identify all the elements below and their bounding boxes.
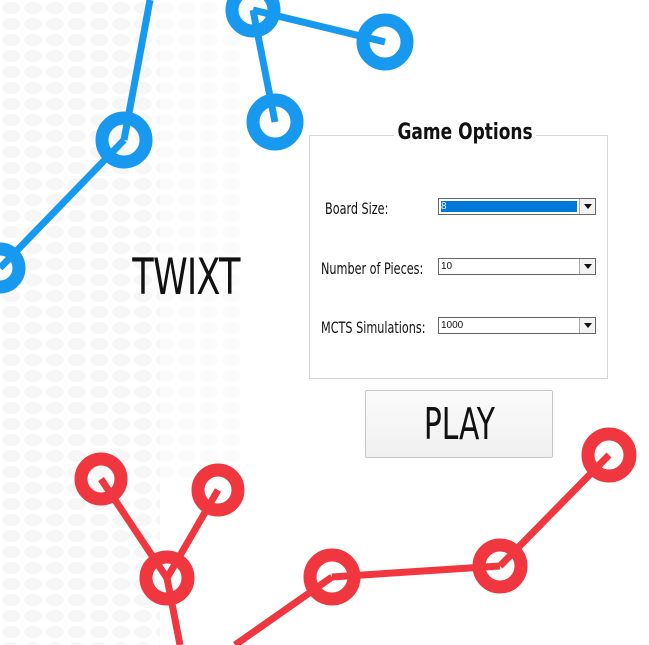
number-of-pieces-label: Number of Pieces: [321,259,424,278]
game-options-group: Game Options Board Size: 8 Number of Pie… [309,120,608,379]
board-size-selected-value: 8 [441,201,577,212]
mcts-simulations-selected-value: 1000 [441,320,464,331]
mcts-simulations-select[interactable]: 1000 [438,317,596,334]
chevron-down-icon[interactable] [579,259,595,274]
chevron-down-icon[interactable] [579,199,595,214]
dot-pattern [0,0,240,645]
twixt-window: TWIXT Game Options Board Size: 8 Number … [0,0,649,645]
play-button[interactable]: PLAY [365,390,553,458]
chevron-down-icon[interactable] [579,318,595,333]
board-size-label: Board Size: [325,199,389,218]
game-options-title: Game Options [394,120,537,145]
play-button-label: PLAY [423,398,495,450]
app-title: TWIXT [132,248,240,306]
number-of-pieces-selected-value: 10 [441,261,453,272]
board-size-select[interactable]: 8 [438,198,596,215]
number-of-pieces-select[interactable]: 10 [438,258,596,275]
mcts-simulations-label: MCTS Simulations: [321,318,426,337]
